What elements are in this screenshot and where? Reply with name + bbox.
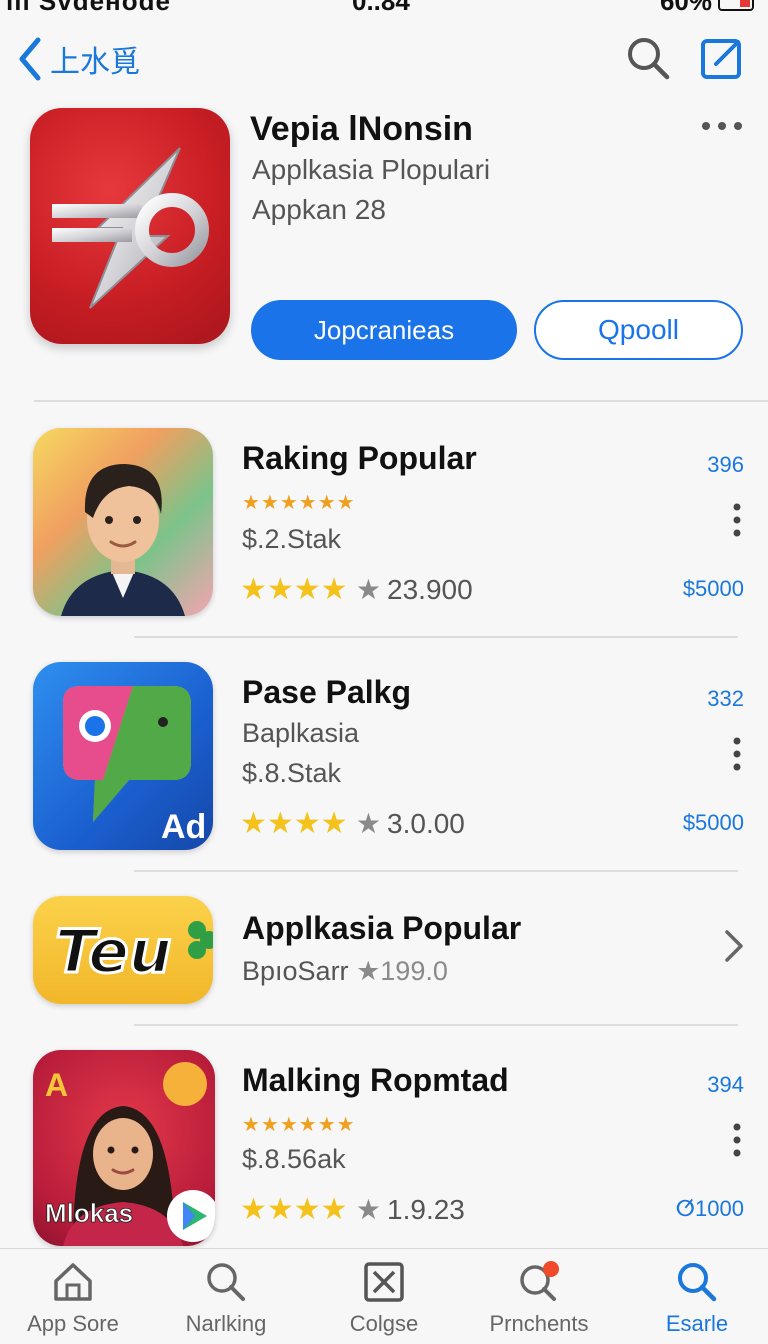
chevron-right-icon[interactable] — [722, 928, 746, 964]
chevron-left-icon — [19, 37, 41, 81]
clock: 0..84 — [352, 0, 410, 14]
notification-search-icon — [520, 1261, 559, 1301]
avatar-icon — [61, 464, 185, 616]
app-price-line: $.8.56ak — [242, 1144, 346, 1174]
app-rating: ★199.0 — [356, 956, 448, 986]
half-star-icon: ★ — [355, 1194, 382, 1225]
star-row: ★★★★★★ — [242, 492, 356, 514]
more-vertical-icon[interactable] — [730, 502, 744, 538]
app-price-line: $.2.Stak — [242, 524, 342, 554]
divider — [134, 870, 738, 872]
logo-icon — [52, 147, 209, 309]
tab-label: Colgse — [349, 1311, 419, 1336]
get-button[interactable]: Jopcranieas — [251, 300, 517, 360]
divider — [34, 400, 768, 402]
app-title: Malking Ropmtad — [242, 1062, 509, 1098]
star-row: ★★★★★★ — [242, 1114, 356, 1136]
app-icon-text: Teu — [55, 917, 172, 987]
rank-label: 332 — [707, 686, 744, 711]
app-title: Raking Popular — [242, 440, 477, 476]
close-box-icon — [364, 1262, 404, 1302]
app-price-line: $.8.Stak — [242, 758, 342, 788]
rating: ★★★★ ★ 1.9.23 — [240, 1192, 465, 1227]
home-icon — [54, 1263, 92, 1301]
list-item[interactable]: Teu Applkasia Popular BpıoSarr ★199.0 — [0, 880, 768, 1024]
app-icon-badge: Ad — [161, 808, 206, 846]
app-category: Baplkasia — [242, 718, 360, 748]
rating: ★★★★ ★ 23.900 — [240, 572, 473, 607]
app-icon: Ad — [33, 662, 213, 850]
rating-count: 3.0.00 — [387, 808, 465, 839]
secondary-button[interactable]: Qpooll — [534, 300, 743, 360]
list-item[interactable]: Ad Pase Palkg Baplkasia $.8.Stak ★★★★ ★ 3… — [0, 646, 768, 870]
search-icon[interactable] — [624, 34, 672, 82]
app-icon: A Mlokas — [33, 1050, 215, 1246]
app-icon: Teu — [33, 896, 213, 1004]
nav-bar: 上水覓 — [0, 28, 768, 92]
half-star-icon: ★ — [355, 574, 382, 605]
app-category: BpıoSarr ★199.0 — [242, 956, 448, 987]
rating-stars: ★★★★ — [240, 573, 348, 606]
back-label: 上水覓 — [50, 46, 140, 79]
list-item[interactable]: Raking Popular ★★★★★★ $.2.Stak ★★★★ ★ 23.… — [0, 410, 768, 636]
tab-bar: App Sore Narlking Colgse Prnchents Esarl… — [0, 1248, 768, 1344]
featured-app: Vepia lNonsin Applkasia Plopulari Appkan… — [0, 100, 768, 400]
search-icon — [678, 1263, 717, 1302]
tab-ranking[interactable]: Narlking — [161, 1259, 291, 1337]
more-icon[interactable] — [700, 116, 744, 136]
app-icon-text: Mlokas — [45, 1198, 133, 1228]
rating-count: 23.900 — [387, 574, 473, 605]
featured-app-icon[interactable] — [30, 108, 230, 344]
more-vertical-icon[interactable] — [730, 736, 744, 772]
app-title: Pase Palkg — [242, 674, 411, 710]
battery-percent: 60% — [660, 0, 712, 14]
featured-app-subtitle: Applkasia Plopulari — [252, 154, 491, 185]
search-icon — [207, 1263, 245, 1301]
app-icon — [33, 428, 213, 616]
tab-label: Narlking — [185, 1311, 267, 1336]
featured-app-meta: Appkan 28 — [252, 194, 386, 225]
price-label[interactable]: $5000 — [683, 810, 744, 836]
divider — [134, 1024, 738, 1026]
rating-count: 1.9.23 — [387, 1194, 465, 1225]
avatar-icon: A Mlokas — [45, 1062, 215, 1246]
half-star-icon: ★ — [355, 808, 382, 839]
tab-label: App Sore — [27, 1311, 119, 1336]
app-category-label: BpıoSarr — [242, 956, 349, 986]
divider — [134, 636, 738, 638]
tab-college[interactable]: Colgse — [319, 1259, 449, 1337]
chat-logo-icon: Ad — [63, 686, 206, 846]
tab-label: Prnchents — [489, 1311, 589, 1336]
compose-icon[interactable] — [698, 34, 746, 82]
rating: ★★★★ ★ 3.0.00 — [240, 806, 465, 841]
tab-purchases[interactable]: Prnchents — [474, 1259, 604, 1337]
tab-label: Esarle — [665, 1311, 729, 1336]
tab-app-store[interactable]: App Sore — [8, 1259, 138, 1337]
featured-app-title: Vepia lNonsin — [250, 110, 473, 148]
price-label[interactable]: $5000 — [683, 576, 744, 602]
app-logo-icon: Teu — [54, 916, 213, 989]
battery-status: 60% — [660, 0, 754, 14]
carrier-label: ııı Svdeнode — [6, 0, 171, 14]
tab-search[interactable]: Esarle — [632, 1259, 762, 1337]
rank-label: 394 — [707, 1072, 744, 1097]
app-icon-letter: A — [45, 1067, 68, 1103]
back-button[interactable]: 上水覓 — [16, 36, 140, 82]
list-item[interactable]: A Mlokas Malking Ropmtad ★★★★★★ $.8.56ak… — [0, 1034, 768, 1248]
rating-stars: ★★★★ — [240, 807, 348, 840]
more-vertical-icon[interactable] — [730, 1122, 744, 1158]
status-bar: ııı Svdeнode 0..84 60% — [0, 0, 768, 14]
battery-icon — [718, 0, 754, 12]
app-title: Applkasia Popular — [242, 910, 522, 946]
rank-label: 396 — [707, 452, 744, 477]
rating-stars: ★★★★ — [240, 1193, 348, 1226]
price-label[interactable]: ⵚ1000 — [676, 1196, 744, 1222]
